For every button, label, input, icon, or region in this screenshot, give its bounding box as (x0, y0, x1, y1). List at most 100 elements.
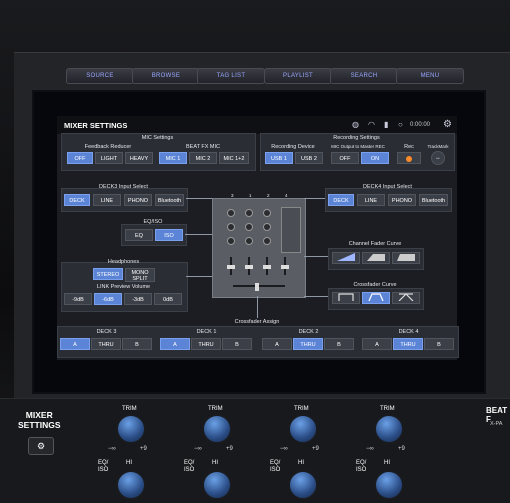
gear-icon[interactable]: ⚙ (443, 119, 452, 130)
xf-deck4-thru-button[interactable]: THRU (393, 338, 423, 350)
fader-curve-1-button[interactable] (332, 252, 360, 264)
beatfx-mic2-button[interactable]: MIC 2 (189, 152, 217, 164)
ch3-number: 3 (231, 193, 234, 198)
mic-output-label: MIC Output to Master REC (331, 144, 385, 149)
record-indicator-icon: ○ (398, 120, 403, 129)
xf-deck2-a-button[interactable]: A (262, 338, 292, 350)
connector-line (185, 234, 212, 235)
xf-deck2-b-button[interactable]: B (324, 338, 354, 350)
deck4-deck-button[interactable]: DECK (328, 194, 354, 206)
deck4-line-button[interactable]: LINE (357, 194, 385, 206)
connector-line (304, 296, 328, 297)
hi-knob[interactable] (116, 470, 146, 500)
deck3-line-button[interactable]: LINE (93, 194, 121, 206)
browse-button[interactable]: BROWSE (132, 68, 200, 84)
fader-cap (281, 265, 289, 269)
xf-curve-3-button[interactable] (392, 292, 420, 304)
xf-curve-2-button[interactable] (362, 292, 390, 304)
eq-iso-hw-label: EQ/ISO (356, 460, 367, 473)
trim-knob[interactable] (288, 414, 318, 444)
knob-icon (227, 237, 235, 245)
trim-knob[interactable] (374, 414, 404, 444)
feedback-light-button[interactable]: LIGHT (95, 152, 123, 164)
iso-button[interactable]: ISO (155, 229, 183, 241)
mic-settings-title: MIC Settings (141, 135, 174, 141)
xf-deck3-a-button[interactable]: A (60, 338, 90, 350)
menu-button[interactable]: MENU (396, 68, 464, 84)
fader-curve-3-button[interactable] (392, 252, 420, 264)
hi-label: HI (384, 460, 390, 466)
trim-label: TRIM (208, 406, 223, 412)
globe-icon: ◍ (352, 120, 359, 129)
trim-knob[interactable] (116, 414, 146, 444)
usb2-button[interactable]: USB 2 (295, 152, 323, 164)
usb1-button[interactable]: USB 1 (265, 152, 293, 164)
link-minus6-button[interactable]: -6dB (94, 293, 122, 305)
mixer-hardware-section (0, 398, 510, 503)
mixer-settings-hw-button[interactable]: ⚙ (28, 437, 54, 455)
connector-line (257, 296, 258, 318)
mono-split-button[interactable]: MONO SPLIT (125, 268, 155, 282)
trackmark-button[interactable]: ↔ (431, 151, 445, 165)
deck4-bluetooth-button[interactable]: Bluetooth (419, 194, 448, 206)
xf-deck1-thru-button[interactable]: THRU (191, 338, 221, 350)
eq-iso-hw-label: EQ/ISO (98, 460, 109, 473)
curve-cross-icon (398, 293, 414, 302)
hi-label: HI (126, 460, 132, 466)
deck3-phono-button[interactable]: PHONO (124, 194, 152, 206)
link-minus9-button[interactable]: -9dB (64, 293, 92, 305)
trim-label: TRIM (294, 406, 309, 412)
deck3-deck-button[interactable]: DECK (64, 194, 90, 206)
mixer-settings-hw-label: MIXER SETTINGS (18, 410, 61, 430)
scale-max: +9 (140, 446, 147, 452)
eq-button[interactable]: EQ (125, 229, 153, 241)
search-button[interactable]: SEARCH (330, 68, 398, 84)
fader-curve-2-button[interactable] (362, 252, 390, 264)
xf-deck4-a-button[interactable]: A (362, 338, 392, 350)
rec-label: Rec (404, 144, 414, 150)
link-0db-button[interactable]: 0dB (154, 293, 182, 305)
playlist-button[interactable]: PLAYLIST (264, 68, 332, 84)
crossfader-assign-title: Crossfader Assign (234, 319, 280, 325)
deck4-phono-button[interactable]: PHONO (388, 194, 416, 206)
feedback-reducer-label: Feedback Reducer (84, 144, 132, 150)
knob-icon (263, 237, 271, 245)
curve-medium-icon (367, 254, 385, 261)
hi-knob[interactable] (288, 470, 318, 500)
rec-button[interactable] (397, 152, 421, 164)
trim-knob[interactable] (202, 414, 232, 444)
recording-device-label: Recording Device (271, 144, 315, 150)
beatfx-mic1-button[interactable]: MIC 1 (159, 152, 187, 164)
mic-output-on-button[interactable]: ON (361, 152, 389, 164)
crossfader-curve-title: Crossfader Curve (353, 282, 397, 288)
stereo-button[interactable]: STEREO (93, 268, 123, 280)
xf-deck2-thru-button[interactable]: THRU (293, 338, 323, 350)
hi-knob[interactable] (202, 470, 232, 500)
xf-curve-1-button[interactable] (332, 292, 360, 304)
deck3-bluetooth-button[interactable]: Bluetooth (155, 194, 184, 206)
xf-deck1-b-button[interactable]: B (222, 338, 252, 350)
connector-line (186, 276, 212, 277)
xf-deck3-thru-button[interactable]: THRU (91, 338, 121, 350)
mic-output-off-button[interactable]: OFF (331, 152, 359, 164)
fader-cap (227, 265, 235, 269)
source-button[interactable]: SOURCE (66, 68, 134, 84)
channel-fader-curve-title: Channel Fader Curve (348, 241, 402, 247)
title-bar: MIXER SETTINGS ◍ ◠ ▮ ○ 0:00:00 ⚙ (57, 116, 457, 134)
page-title: MIXER SETTINGS (64, 121, 128, 130)
link-minus3-button[interactable]: -3dB (124, 293, 152, 305)
curve-sharp-icon (397, 254, 415, 261)
xf-deck1-a-button[interactable]: A (160, 338, 190, 350)
feedback-heavy-button[interactable]: HEAVY (125, 152, 153, 164)
knob-icon (245, 209, 253, 217)
deck3-input-title: DECK3 Input Select (99, 184, 148, 190)
xf-deck4-b-button[interactable]: B (424, 338, 454, 350)
link-preview-title: LINK Preview Volume (96, 284, 151, 290)
xf-deck3-b-button[interactable]: B (122, 338, 152, 350)
xf-deck4-label: DECK 4 (398, 329, 419, 335)
hi-knob[interactable] (374, 470, 404, 500)
beatfx-mic12-button[interactable]: MIC 1+2 (219, 152, 249, 164)
crossfader-cap (255, 283, 259, 291)
tag-list-button[interactable]: TAG LIST (197, 68, 265, 84)
feedback-off-button[interactable]: OFF (67, 152, 93, 164)
